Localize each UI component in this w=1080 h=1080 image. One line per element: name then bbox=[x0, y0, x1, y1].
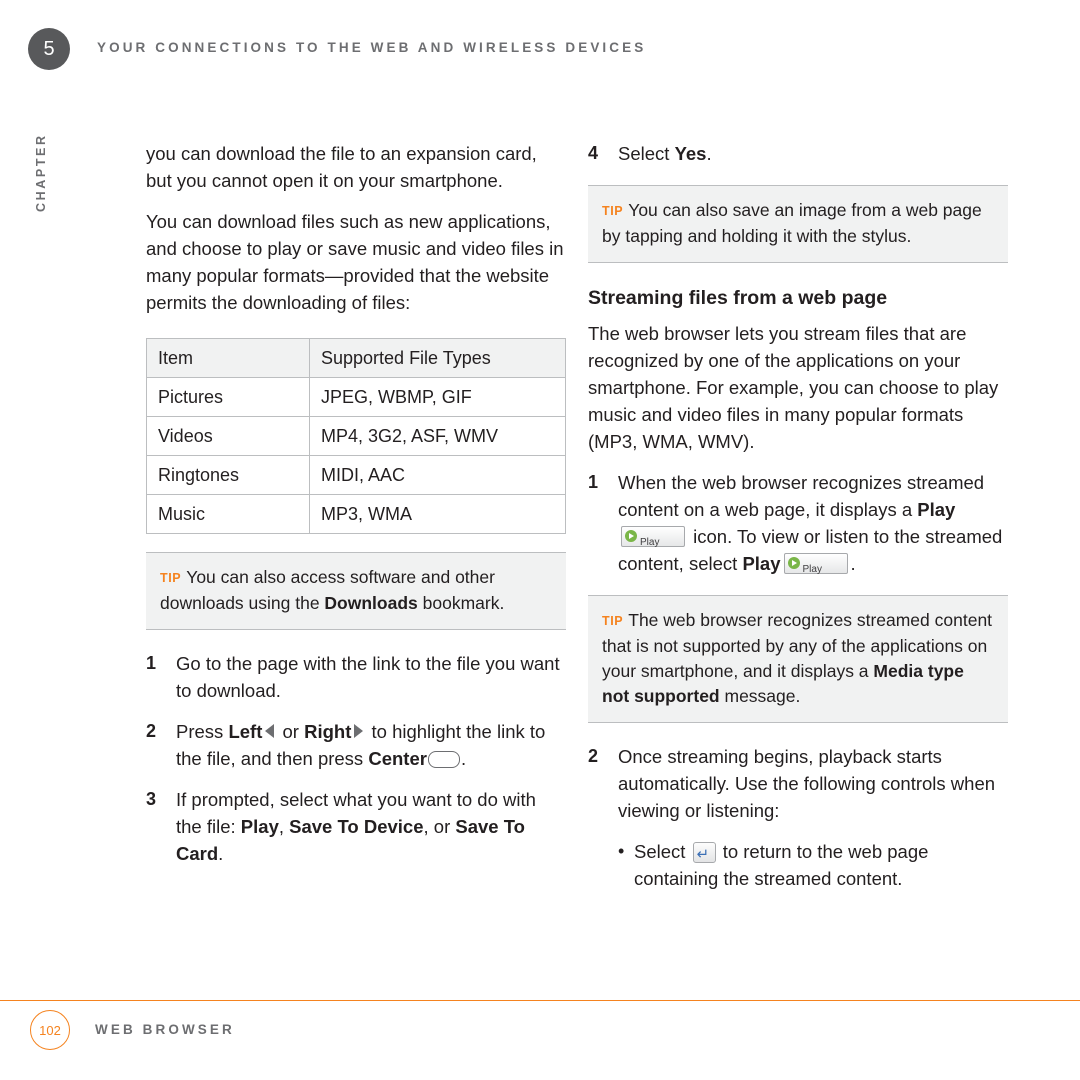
step1r-text-c: . bbox=[850, 553, 856, 574]
table-cell-filetypes: MP4, 3G2, ASF, WMV bbox=[309, 416, 566, 456]
step-number: 2 bbox=[588, 746, 599, 766]
step3-text-d: . bbox=[218, 843, 224, 864]
step-4-right: 4 Select Yes. bbox=[588, 140, 1008, 167]
table-cell-filetypes: JPEG, WBMP, GIF bbox=[309, 377, 566, 417]
tip-text: You can also save an image from a web pa… bbox=[602, 200, 982, 246]
table-row: Music MP3, WMA bbox=[146, 494, 566, 534]
tip-label: TIP bbox=[602, 204, 624, 218]
play-button-icon: Play bbox=[783, 553, 848, 575]
step-number: 3 bbox=[146, 789, 157, 809]
step-text: Once streaming begins, playback starts a… bbox=[618, 746, 996, 821]
step-text: Select Yes. bbox=[618, 140, 712, 167]
step-1-left: 1 Go to the page with the link to the fi… bbox=[146, 650, 566, 704]
step4-text-b: . bbox=[706, 143, 712, 164]
step-text: Press Left or Right to highlight the lin… bbox=[176, 718, 566, 772]
step4-bold-yes: Yes bbox=[674, 143, 707, 164]
tip-box-save-image: TIP You can also save an image from a web… bbox=[588, 185, 1008, 263]
step-number: 4 bbox=[588, 143, 599, 163]
right-arrow-icon bbox=[354, 724, 364, 738]
section-heading: Streaming files from a web page bbox=[588, 287, 888, 309]
tip-box-media-type: TIP The web browser recognizes streamed c… bbox=[588, 595, 1008, 723]
tip-text-b: bookmark. bbox=[417, 593, 505, 613]
play-button-icon: Play bbox=[621, 526, 685, 548]
table-header-filetypes: Supported File Types bbox=[309, 338, 566, 378]
play-icon-label: Play bbox=[802, 564, 822, 575]
footer-divider bbox=[0, 1000, 1080, 1001]
step-1-right: 1 When the web browser recognizes stream… bbox=[588, 469, 1008, 577]
play-icon-label: Play bbox=[640, 537, 660, 548]
tip-text-b: message. bbox=[719, 686, 801, 706]
table-header-item: Item bbox=[146, 338, 310, 378]
table-row: Videos MP4, 3G2, ASF, WMV bbox=[146, 416, 566, 456]
back-arrow-icon bbox=[692, 841, 716, 868]
table-header-row: Item Supported File Types bbox=[146, 338, 566, 378]
step-number: 1 bbox=[146, 653, 157, 673]
chapter-side-label: CHAPTER bbox=[34, 133, 48, 212]
step3-bold-play: Play bbox=[240, 816, 279, 837]
step-text: If prompted, select what you want to do … bbox=[176, 786, 566, 867]
step-3-left: 3 If prompted, select what you want to d… bbox=[146, 786, 566, 867]
step3-bold-save-device: Save To Device bbox=[289, 816, 424, 837]
step4-text-a: Select bbox=[618, 143, 675, 164]
step2-bold-right: Right bbox=[304, 721, 352, 742]
bullet-dot-icon: • bbox=[618, 841, 625, 861]
table-cell-filetypes: MP3, WMA bbox=[309, 494, 566, 534]
table-row: Ringtones MIDI, AAC bbox=[146, 455, 566, 495]
tip-label: TIP bbox=[160, 571, 182, 585]
step2-bold-left: Left bbox=[228, 721, 263, 742]
tip-text-bold: Downloads bbox=[324, 593, 418, 613]
left-arrow-icon bbox=[265, 724, 275, 738]
step1r-bold-play-2: Play bbox=[742, 553, 781, 574]
step3-text-b: , bbox=[278, 816, 290, 837]
center-key-icon bbox=[427, 751, 460, 768]
step2-bold-center: Center bbox=[368, 748, 427, 769]
page-number-badge: 102 bbox=[30, 1010, 70, 1050]
step1r-bold-play-1: Play bbox=[917, 499, 956, 520]
step2-text-a: Press bbox=[176, 721, 229, 742]
step-number: 2 bbox=[146, 721, 157, 741]
table-row: Pictures JPEG, WBMP, GIF bbox=[146, 377, 566, 417]
table-cell-filetypes: MIDI, AAC bbox=[309, 455, 566, 495]
left-paragraph-2: You can download files such as new appli… bbox=[146, 211, 564, 313]
step2-text-d: . bbox=[460, 748, 467, 769]
right-column: 4 Select Yes. TIP You can also save an im… bbox=[588, 140, 1008, 892]
bullet-text-a: Select bbox=[634, 841, 691, 862]
chapter-number-badge: 5 bbox=[28, 28, 70, 70]
step-2-left: 2 Press Left or Right to highlight the l… bbox=[146, 718, 566, 772]
table-cell-item: Videos bbox=[146, 416, 310, 456]
step3-text-c: , or bbox=[423, 816, 456, 837]
bullet-text: Select to return to the web page contain… bbox=[634, 838, 1008, 892]
step-2-right: 2 Once streaming begins, playback starts… bbox=[588, 743, 1008, 824]
table-cell-item: Ringtones bbox=[146, 455, 310, 495]
tip-label: TIP bbox=[602, 614, 624, 628]
step-number: 1 bbox=[588, 472, 599, 492]
page-header: 5 YOUR CONNECTIONS TO THE WEB AND WIRELE… bbox=[0, 0, 1080, 78]
step-text: Go to the page with the link to the file… bbox=[176, 653, 560, 701]
play-triangle-icon bbox=[787, 557, 800, 569]
supported-file-types-table: Item Supported File Types Pictures JPEG,… bbox=[146, 338, 566, 534]
right-paragraph-1: The web browser lets you stream files th… bbox=[588, 323, 999, 452]
step2-text-b: or bbox=[277, 721, 305, 742]
table-cell-item: Music bbox=[146, 494, 310, 534]
play-triangle-icon bbox=[625, 530, 637, 542]
tip-box-downloads: TIP You can also access software and othe… bbox=[146, 552, 566, 630]
bullet-item-back: • Select to return to the web page conta… bbox=[618, 838, 1008, 892]
left-column: you can download the file to an expansio… bbox=[146, 140, 566, 881]
left-paragraph-1: you can download the file to an expansio… bbox=[146, 143, 537, 191]
footer-section-title: WEB BROWSER bbox=[95, 1022, 235, 1037]
table-cell-item: Pictures bbox=[146, 377, 310, 417]
step-text: When the web browser recognizes streamed… bbox=[618, 469, 1008, 577]
running-head-title: YOUR CONNECTIONS TO THE WEB AND WIRELESS… bbox=[97, 40, 647, 55]
